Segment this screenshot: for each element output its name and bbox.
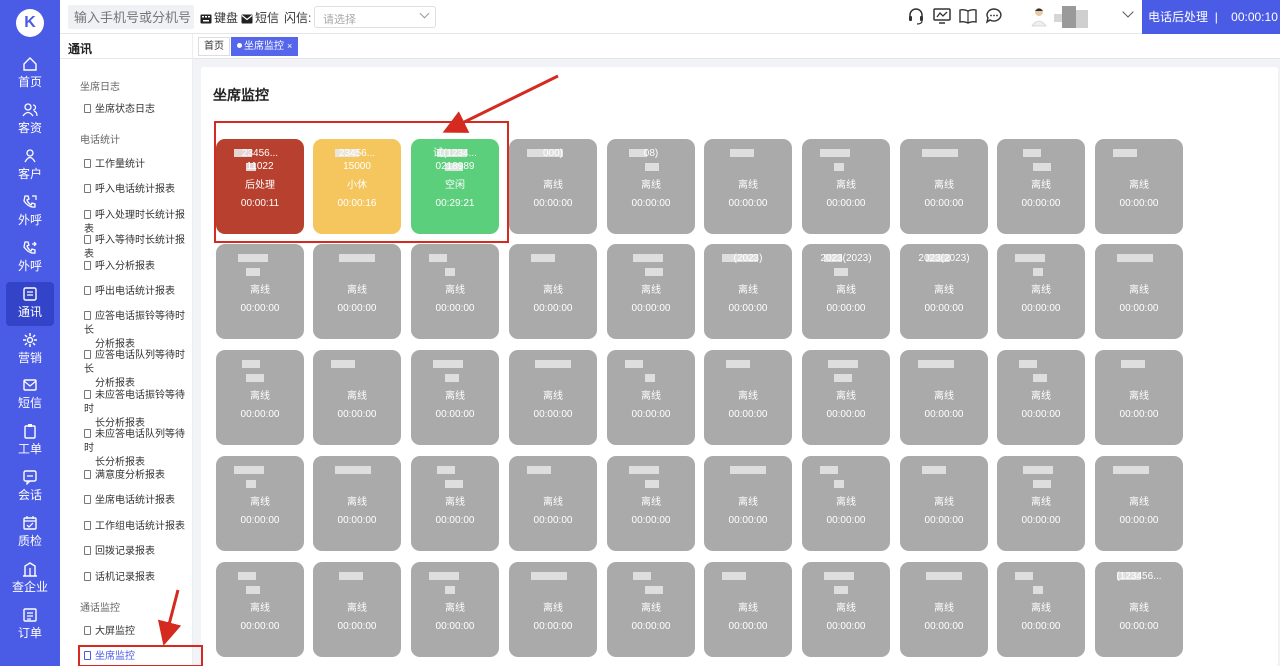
annotation-arrow: [442, 74, 559, 133]
annotation-arrow: [157, 589, 182, 646]
annotation-arrows: [157, 74, 559, 646]
